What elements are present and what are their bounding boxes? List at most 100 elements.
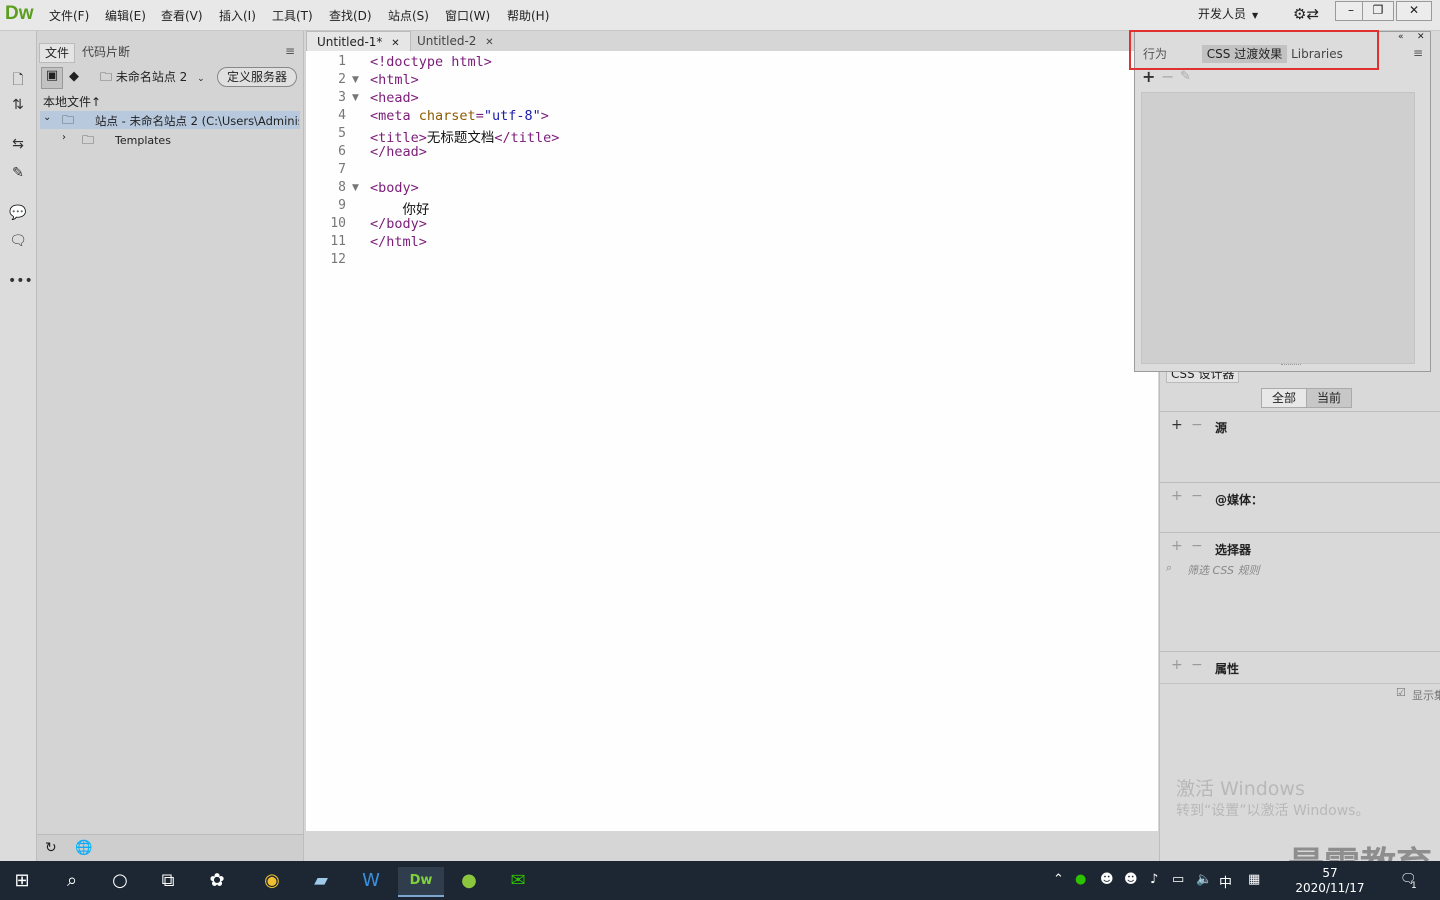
chevron-down-icon[interactable]: ⌄: [43, 112, 51, 123]
add-icon[interactable]: +: [1171, 417, 1183, 433]
more-tools-icon[interactable]: •••: [8, 273, 33, 293]
divider: [1160, 683, 1440, 684]
task-view-icon[interactable]: ⧉: [154, 867, 182, 895]
connect-icon[interactable]: 🌐: [75, 840, 92, 856]
remove-icon[interactable]: −: [1191, 657, 1203, 673]
code-line[interactable]: <meta charset="utf-8">: [370, 108, 549, 124]
workspace-switcher[interactable]: 开发人员 ▼: [1198, 5, 1258, 22]
qq-tray-icon[interactable]: ☻: [1100, 872, 1114, 887]
code-line[interactable]: <body>: [370, 180, 419, 196]
remove-comment-icon[interactable]: 🗨: [8, 233, 28, 253]
show-set-checkbox[interactable]: ☑: [1396, 686, 1406, 699]
wps-icon[interactable]: W: [357, 867, 385, 895]
tree-row[interactable]: ⌄ 🗀 站点 - 未命名站点 2 (C:\Users\Adminis...: [40, 111, 300, 129]
remove-icon[interactable]: −: [1191, 488, 1203, 504]
selectors-section: + − 选择器 ⌕ 筛选 CSS 规则: [1160, 532, 1440, 651]
line-number: 9: [338, 198, 346, 213]
remove-icon[interactable]: −: [1191, 417, 1203, 433]
toggle-all-button[interactable]: 全部: [1261, 388, 1307, 408]
comment-icon[interactable]: 💬: [8, 205, 28, 225]
code-line[interactable]: </head>: [370, 144, 427, 160]
tree-row-label: 站点 - 未命名站点 2 (C:\Users\Adminis...: [95, 114, 299, 128]
remove-icon[interactable]: −: [1191, 538, 1203, 554]
menu-view[interactable]: 查看(V): [161, 7, 203, 24]
code-line[interactable]: <head>: [370, 90, 419, 106]
define-server-button[interactable]: 定义服务器: [217, 67, 297, 87]
edit-icon[interactable]: ✎: [1180, 69, 1191, 84]
notification-bell-icon[interactable]: ♪: [1150, 872, 1158, 887]
code-line[interactable]: </html>: [370, 234, 427, 250]
menu-bar: Dw 文件(F) 编辑(E) 查看(V) 插入(I) 工具(T) 查找(D) 站…: [0, 0, 1440, 31]
code-line[interactable]: <title>无标题文档</title>: [370, 126, 559, 146]
menu-window[interactable]: 窗口(W): [445, 7, 490, 24]
add-icon[interactable]: +: [1171, 538, 1183, 554]
sync-settings-icon[interactable]: ⚙⇄: [1293, 5, 1321, 25]
close-icon[interactable]: ✕: [391, 38, 399, 49]
code-token: </body>: [370, 216, 427, 232]
menu-find[interactable]: 查找(D): [329, 7, 372, 24]
tab-untitled-2[interactable]: Untitled-2 ✕: [407, 31, 504, 51]
close-button[interactable]: ✕: [1396, 1, 1432, 21]
ime-indicator[interactable]: 中: [1219, 872, 1232, 891]
refresh-icon[interactable]: ↻: [45, 840, 57, 856]
menu-help[interactable]: 帮助(H): [507, 7, 549, 24]
toggle-current-button[interactable]: 当前: [1306, 388, 1352, 408]
site-view-icon[interactable]: ▣: [41, 67, 63, 89]
line-number: 8: [338, 180, 346, 195]
new-document-icon[interactable]: 🗋: [8, 69, 28, 89]
menu-file[interactable]: 文件(F): [49, 7, 89, 24]
volume-icon[interactable]: 🔈: [1196, 872, 1212, 887]
code-line[interactable]: 你好: [370, 198, 430, 218]
fold-toggle-icon[interactable]: ▼: [352, 93, 359, 103]
menu-site[interactable]: 站点(S): [388, 7, 429, 24]
tab-untitled-1[interactable]: Untitled-1* ✕: [306, 31, 411, 52]
chrome-icon[interactable]: ◉: [258, 867, 286, 895]
code-line[interactable]: </body>: [370, 216, 427, 232]
clock[interactable]: 57 2020/11/17: [1284, 866, 1376, 896]
git-icon[interactable]: ◆: [69, 69, 79, 84]
tray-expand-icon[interactable]: ⌃: [1053, 872, 1064, 887]
file-transfer-icon[interactable]: ⇅: [8, 97, 28, 117]
wechat-icon[interactable]: ✉: [504, 867, 532, 895]
format-source-icon[interactable]: ✎: [8, 165, 28, 185]
search-icon[interactable]: ⌕: [58, 867, 86, 895]
local-files-header[interactable]: 本地文件↑: [43, 93, 101, 110]
add-icon[interactable]: +: [1171, 657, 1183, 673]
tab-files[interactable]: 文件: [39, 43, 76, 63]
cortana-icon[interactable]: ○: [106, 867, 134, 895]
tab-snippets[interactable]: 代码片断: [77, 43, 135, 61]
chevron-right-icon[interactable]: ›: [62, 132, 66, 143]
code-editor[interactable]: 1 <!doctype html> 2 ▼ <html> 3 ▼ <head> 4 <meta c…: [306, 51, 1158, 831]
restore-button[interactable]: ❐: [1362, 1, 1394, 21]
close-icon[interactable]: ✕: [1417, 32, 1425, 42]
menu-insert[interactable]: 插入(I): [219, 7, 256, 24]
network-icon[interactable]: ▭: [1172, 872, 1184, 887]
fold-toggle-icon[interactable]: ▼: [352, 183, 359, 193]
menu-edit[interactable]: 编辑(E): [105, 7, 146, 24]
fold-toggle-icon[interactable]: ▼: [352, 75, 359, 85]
keyboard-layout-icon[interactable]: ▦: [1248, 872, 1260, 887]
notepad-icon[interactable]: ▰: [307, 867, 335, 895]
resize-grip[interactable]: [1281, 364, 1301, 367]
qq-tray-icon-2[interactable]: ☻: [1124, 872, 1138, 887]
panel-menu-icon[interactable]: ≡: [285, 44, 295, 58]
panel-menu-icon[interactable]: ≡: [1413, 46, 1423, 60]
collapse-icon[interactable]: «: [1398, 32, 1404, 42]
code-token: </title>: [494, 130, 560, 146]
add-icon[interactable]: +: [1171, 488, 1183, 504]
line-number: 5: [338, 126, 346, 141]
selector-filter-input[interactable]: 筛选 CSS 规则: [1187, 562, 1259, 578]
tree-row[interactable]: › 🗀 Templates: [40, 131, 300, 149]
wechat-tray-icon[interactable]: ●: [1075, 872, 1086, 887]
code-line[interactable]: <html>: [370, 72, 419, 88]
code-line[interactable]: <!doctype html>: [370, 54, 492, 70]
watermelon-app-icon[interactable]: ●: [455, 867, 483, 895]
start-icon[interactable]: ⊞: [8, 867, 36, 895]
fan-app-icon[interactable]: ✿: [203, 867, 231, 895]
transitions-list: [1141, 92, 1415, 364]
expand-collapse-icon[interactable]: ⇆: [8, 136, 28, 156]
close-icon[interactable]: ✕: [485, 37, 493, 48]
menu-tools[interactable]: 工具(T): [272, 7, 313, 24]
site-select[interactable]: 🗀 未命名站点 2 ⌄: [100, 68, 210, 86]
dreamweaver-icon[interactable]: Dw: [398, 867, 444, 897]
